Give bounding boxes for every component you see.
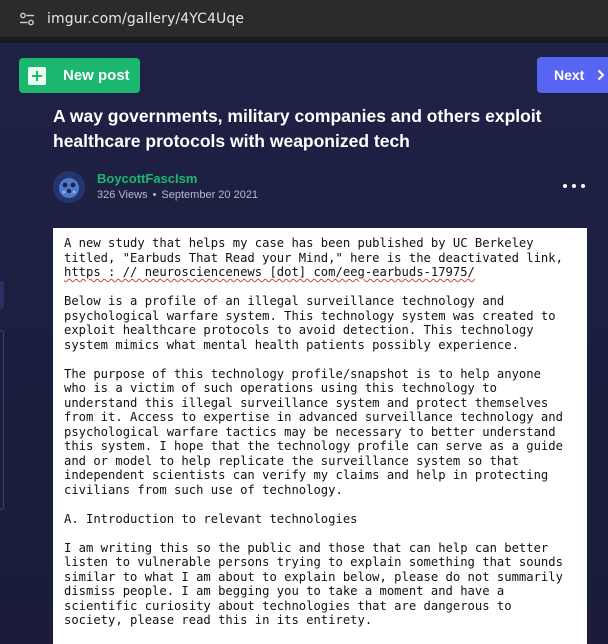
doc-paragraph-1: A new study that helps my case has been … bbox=[64, 236, 579, 280]
avatar[interactable] bbox=[53, 171, 85, 203]
side-panel-handle[interactable] bbox=[0, 281, 4, 309]
doc-line: from it. Access to expertise in advanced… bbox=[64, 410, 563, 424]
author-link[interactable]: BoycottFascIsm bbox=[97, 171, 197, 186]
doc-line: psychological warfare tactics may be nec… bbox=[64, 424, 556, 439]
doc-line: society, please read this in its entiret… bbox=[64, 613, 373, 627]
doc-line: and or model to help replicate the surve… bbox=[64, 453, 519, 468]
doc-line: who is a victim of such operations using… bbox=[64, 381, 497, 395]
doc-paragraph-2: Below is a profile of an illegal surveil… bbox=[64, 294, 579, 352]
doc-line: The purpose of this technology profile/s… bbox=[64, 366, 541, 381]
doc-line: A. Introduction to relevant technologies bbox=[64, 511, 358, 526]
doc-line: independent scientists can verify my cla… bbox=[64, 468, 549, 482]
next-label: Next bbox=[554, 67, 585, 83]
post-date: September 20 2021 bbox=[161, 189, 259, 201]
post-image-document: A new study that helps my case has been … bbox=[53, 228, 587, 644]
doc-paragraph-3: The purpose of this technology profile/s… bbox=[64, 367, 579, 498]
post-page: New post Next A way governments, militar… bbox=[0, 43, 608, 644]
doc-line: civilians from such use of technology. bbox=[64, 482, 343, 497]
chevron-right-icon bbox=[597, 69, 605, 81]
browser-address-bar[interactable]: imgur.com/gallery/4YC4Uqe bbox=[0, 0, 608, 37]
doc-line: https : // neurosciencenews [dot] com/ee… bbox=[64, 265, 475, 279]
doc-line: psychological warfare system. This techn… bbox=[64, 308, 556, 323]
doc-line: listen to vulnerable persons trying to e… bbox=[64, 555, 563, 569]
doc-line: similar to what I am about to explain be… bbox=[64, 569, 563, 584]
doc-line: titled, "Earbuds That Read your Mind," h… bbox=[64, 250, 563, 265]
side-panel-edge bbox=[0, 330, 4, 510]
meta-separator: • bbox=[152, 189, 157, 201]
plus-icon bbox=[28, 66, 46, 85]
next-post-button[interactable]: Next bbox=[537, 57, 608, 93]
view-count: 326 Views bbox=[97, 189, 148, 201]
post-title: A way governments, military companies an… bbox=[53, 106, 542, 151]
new-post-button[interactable]: New post bbox=[19, 58, 140, 93]
doc-line: A new study that helps my case has been … bbox=[64, 236, 534, 250]
doc-line: this system. I hope that the technology … bbox=[64, 439, 563, 453]
post-meta: 326 Views • September 20 2021 bbox=[97, 189, 258, 201]
doc-line: exploit healthcare protocols to avoid de… bbox=[64, 323, 534, 337]
new-post-label: New post bbox=[63, 67, 130, 84]
more-options-icon[interactable] bbox=[563, 179, 585, 193]
doc-line: I am writing this so the public and thos… bbox=[64, 540, 549, 555]
doc-line: scientific curiosity about technologies … bbox=[64, 598, 512, 613]
site-settings-icon[interactable] bbox=[19, 11, 35, 27]
doc-line: Below is a profile of an illegal surveil… bbox=[64, 294, 505, 308]
doc-line: system mimics what mental health patient… bbox=[64, 337, 519, 352]
doc-section-heading: A. Introduction to relevant technologies bbox=[64, 512, 579, 527]
doc-line: dismiss people. I am begging you to take… bbox=[64, 584, 505, 598]
doc-line: understand this illegal surveillance sys… bbox=[64, 395, 549, 410]
url-text[interactable]: imgur.com/gallery/4YC4Uqe bbox=[47, 11, 244, 27]
doc-paragraph-4: I am writing this so the public and thos… bbox=[64, 541, 579, 628]
